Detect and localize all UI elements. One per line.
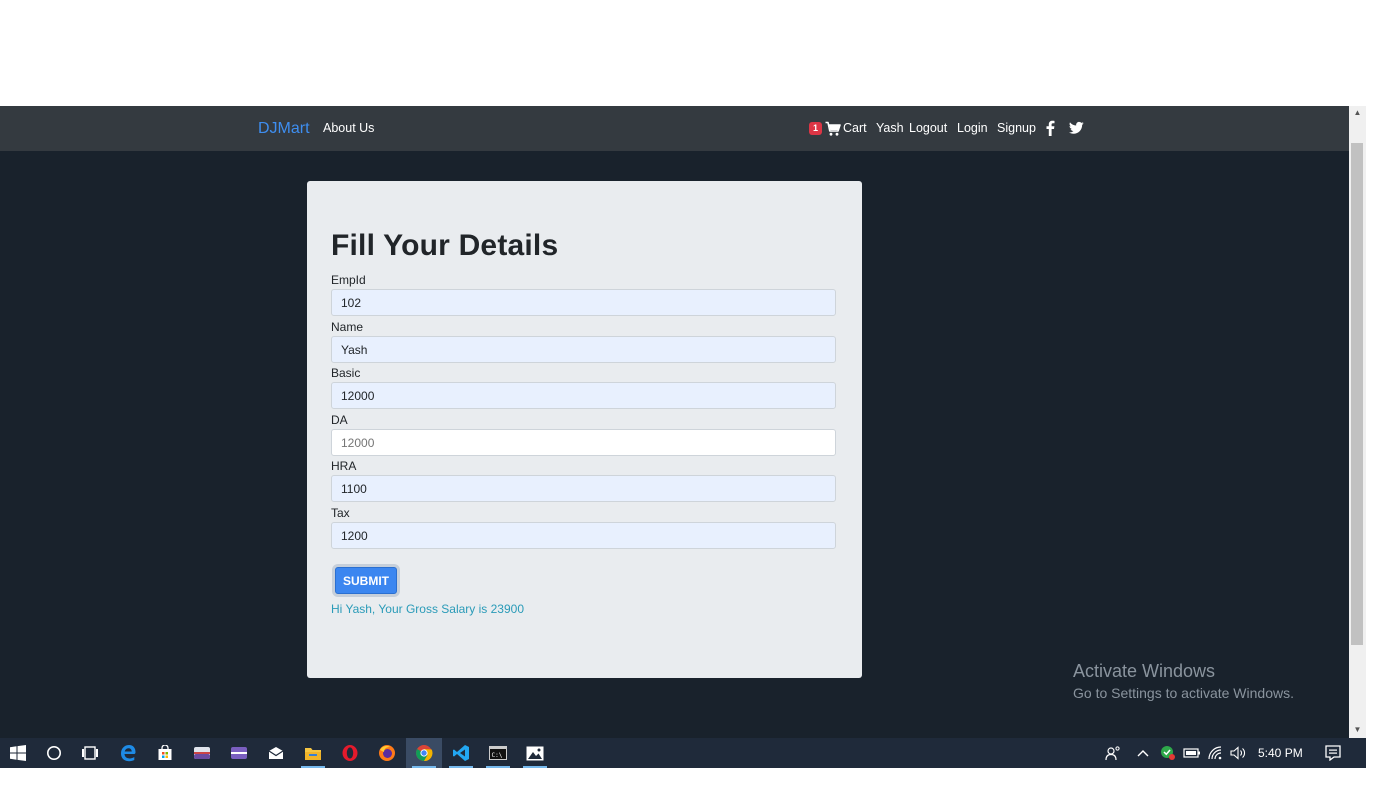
nav-login-link[interactable]: Login bbox=[957, 106, 988, 151]
submit-button[interactable]: SUBMIT bbox=[335, 567, 397, 594]
tax-input[interactable] bbox=[331, 522, 836, 549]
da-input[interactable] bbox=[331, 429, 836, 456]
cart-count-badge: 1 bbox=[809, 122, 822, 135]
people-icon[interactable] bbox=[1103, 738, 1123, 768]
facebook-icon[interactable] bbox=[1044, 120, 1056, 136]
cortana-icon[interactable] bbox=[36, 738, 72, 768]
cart-icon[interactable] bbox=[825, 121, 841, 137]
hra-input[interactable] bbox=[331, 475, 836, 502]
mail-icon[interactable] bbox=[258, 738, 294, 768]
photos-icon[interactable] bbox=[517, 738, 553, 768]
vertical-scrollbar[interactable]: ▲ ▼ bbox=[1349, 106, 1366, 738]
nav-about-link[interactable]: About Us bbox=[323, 106, 374, 151]
scroll-down-arrow-icon[interactable]: ▼ bbox=[1353, 725, 1362, 734]
battery-icon[interactable] bbox=[1182, 738, 1202, 768]
app-icon[interactable] bbox=[221, 738, 257, 768]
firefox-icon[interactable] bbox=[369, 738, 405, 768]
opera-icon[interactable] bbox=[332, 738, 368, 768]
tax-label: Tax bbox=[331, 506, 350, 520]
notifications-icon[interactable] bbox=[1322, 738, 1344, 768]
hra-label: HRA bbox=[331, 459, 357, 473]
twitter-icon[interactable] bbox=[1069, 121, 1084, 135]
scrollbar-thumb[interactable] bbox=[1351, 143, 1363, 645]
form-title: Fill Your Details bbox=[331, 229, 559, 262]
chevron-up-icon[interactable] bbox=[1134, 738, 1152, 768]
navbar: DJMart About Us 1 Cart Yash Logout Login… bbox=[0, 106, 1349, 151]
activate-windows-watermark: Activate Windows Go to Settings to activ… bbox=[1073, 660, 1294, 704]
basic-label: Basic bbox=[331, 366, 361, 380]
taskbar: C:\ 5:40 PM bbox=[0, 738, 1366, 768]
details-form-card: Fill Your Details EmpId Name Basic DA HR… bbox=[307, 181, 862, 678]
brand-link[interactable]: DJMart bbox=[258, 106, 310, 151]
name-label: Name bbox=[331, 320, 364, 334]
svg-text:C:\: C:\ bbox=[492, 752, 503, 759]
chrome-icon[interactable] bbox=[406, 738, 442, 768]
store-icon[interactable] bbox=[147, 738, 183, 768]
gross-salary-message: Hi Yash, Your Gross Salary is 23900 bbox=[331, 602, 524, 616]
wifi-icon[interactable] bbox=[1206, 738, 1226, 768]
app-icon[interactable] bbox=[184, 738, 220, 768]
taskbar-clock[interactable]: 5:40 PM bbox=[1258, 738, 1303, 768]
browser-viewport: DJMart About Us 1 Cart Yash Logout Login… bbox=[0, 106, 1366, 738]
nav-cart-link[interactable]: Cart bbox=[843, 106, 867, 151]
name-input[interactable] bbox=[331, 336, 836, 363]
watermark-subtitle: Go to Settings to activate Windows. bbox=[1073, 685, 1294, 701]
da-label: DA bbox=[331, 413, 348, 427]
empid-label: EmpId bbox=[331, 273, 366, 287]
terminal-icon[interactable]: C:\ bbox=[480, 738, 516, 768]
windows-start-icon[interactable] bbox=[0, 738, 36, 768]
volume-icon[interactable] bbox=[1229, 738, 1249, 768]
vscode-icon[interactable] bbox=[443, 738, 479, 768]
nav-signup-link[interactable]: Signup bbox=[997, 106, 1036, 151]
empid-input[interactable] bbox=[331, 289, 836, 316]
nav-logout-link[interactable]: Logout bbox=[909, 106, 947, 151]
nav-user-link[interactable]: Yash bbox=[876, 106, 904, 151]
basic-input[interactable] bbox=[331, 382, 836, 409]
edge-icon[interactable] bbox=[110, 738, 146, 768]
security-shield-icon[interactable] bbox=[1158, 738, 1178, 768]
task-view-icon[interactable] bbox=[72, 738, 108, 768]
watermark-title: Activate Windows bbox=[1073, 661, 1216, 681]
file-explorer-icon[interactable] bbox=[295, 738, 331, 768]
scroll-up-arrow-icon[interactable]: ▲ bbox=[1353, 108, 1362, 117]
